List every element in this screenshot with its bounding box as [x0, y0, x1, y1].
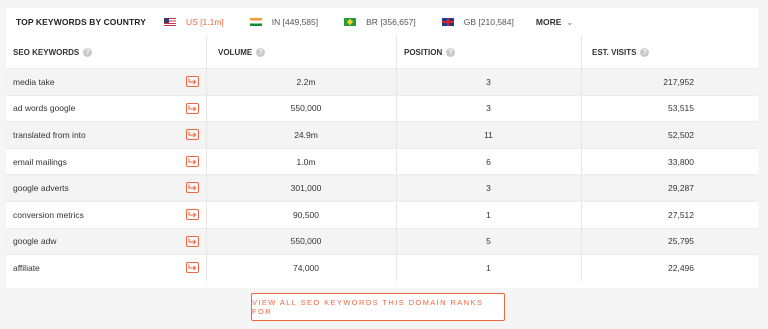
column-label: POSITION — [404, 47, 443, 57]
table-row: conversion metrics 90,500 1 27,512 — [6, 200, 758, 228]
volume-cell: 74,000 — [293, 262, 319, 273]
country-tab-gb[interactable]: GB [210,584] — [441, 17, 514, 27]
open-keyword-icon[interactable] — [186, 262, 199, 274]
help-icon[interactable]: ? — [640, 47, 650, 57]
keywords-table: media take 2.2m 3 217,952 ad words googl… — [6, 68, 758, 281]
country-code: BR — [366, 17, 378, 27]
visits-cell: 53,515 — [668, 103, 694, 114]
country-tab-br[interactable]: BR [356,657] — [344, 17, 416, 27]
open-keyword-icon[interactable] — [186, 102, 199, 114]
table-row: affiliate 74,000 1 22,496 — [6, 254, 758, 281]
volume-cell: 1.0m — [296, 156, 316, 167]
country-code: US — [185, 17, 198, 27]
visits-cell: 52,502 — [668, 129, 694, 140]
volume-cell: 550,000 — [290, 236, 322, 247]
volume-cell: 90,500 — [293, 209, 319, 220]
column-divider — [396, 148, 397, 175]
column-divider — [396, 228, 397, 255]
column-divider — [206, 36, 207, 68]
visits-cell: 22,496 — [668, 262, 694, 273]
table-row: email mailings 1.0m 6 33,800 — [6, 147, 758, 175]
open-keyword-icon[interactable] — [186, 182, 199, 194]
keyword-cell: translated from into — [13, 129, 86, 140]
in-flag-icon — [249, 18, 262, 26]
chevron-down-icon: ⌄ — [566, 17, 574, 27]
column-divider — [396, 36, 397, 68]
help-icon[interactable]: ? — [256, 47, 266, 57]
position-cell: 11 — [484, 129, 493, 140]
keyword-cell: google adverts — [13, 183, 69, 194]
volume-cell: 24.9m — [294, 129, 318, 140]
visits-cell: 217,952 — [663, 76, 694, 87]
column-divider — [396, 122, 397, 148]
keyword-cell: media take — [13, 76, 55, 87]
position-cell: 3 — [486, 183, 491, 194]
keyword-cell: affiliate — [13, 262, 40, 273]
volume-cell: 550,000 — [290, 103, 322, 114]
column-divider — [396, 95, 397, 122]
volume-cell: 2.2m — [296, 76, 316, 87]
keyword-cell: google adw — [13, 236, 57, 247]
visits-cell: 33,800 — [668, 156, 694, 167]
country-count: [210,584] — [478, 17, 514, 27]
column-divider — [396, 175, 397, 201]
country-count: [356,657] — [380, 17, 416, 27]
column-label: VOLUME — [218, 47, 253, 57]
position-cell: 5 — [486, 236, 491, 247]
column-header-volume: VOLUME? — [218, 36, 266, 68]
visits-cell: 25,795 — [668, 236, 694, 247]
column-label: EST. VISITS — [592, 47, 637, 57]
country-code: IN — [271, 17, 281, 27]
keyword-cell: ad words google — [13, 103, 76, 114]
table-row: translated from into 24.9m 11 52,502 — [6, 121, 758, 148]
country-code: GB — [463, 17, 477, 27]
open-keyword-icon[interactable] — [186, 235, 199, 247]
keywords-panel: TOP KEYWORDS BY COUNTRY US [1.1m] IN [44… — [6, 8, 758, 288]
table-row: ad words google 550,000 3 53,515 — [6, 94, 758, 122]
position-cell: 6 — [486, 156, 491, 167]
position-cell: 3 — [486, 103, 491, 114]
view-all-keywords-label: VIEW ALL SEO KEYWORDS THIS DOMAIN RANKS … — [252, 298, 484, 316]
open-keyword-icon[interactable] — [186, 208, 199, 220]
table-row: google adverts 301,000 3 29,287 — [6, 174, 758, 201]
position-cell: 3 — [486, 76, 491, 87]
column-divider — [396, 69, 397, 95]
more-label: MORE — [535, 17, 562, 27]
view-all-keywords-button[interactable]: VIEW ALL SEO KEYWORDS THIS DOMAIN RANKS … — [251, 293, 505, 321]
keyword-cell: email mailings — [13, 156, 67, 167]
country-tab-us[interactable]: US [1.1m] — [163, 17, 224, 27]
position-cell: 1 — [486, 209, 491, 220]
column-divider — [396, 201, 397, 228]
country-tab-in[interactable]: IN [449,585] — [249, 17, 319, 27]
column-header-visits: EST. VISITS? — [592, 36, 650, 68]
panel-title: TOP KEYWORDS BY COUNTRY — [16, 17, 146, 27]
more-countries-dropdown[interactable]: MORE ⌄ — [536, 17, 573, 27]
column-header-keyword: SEO KEYWORDS? — [13, 36, 93, 68]
open-keyword-icon[interactable] — [186, 129, 199, 141]
column-header-position: POSITION? — [404, 36, 456, 68]
br-flag-icon — [344, 18, 357, 26]
country-count: [449,585] — [282, 17, 319, 27]
keyword-cell: conversion metrics — [13, 209, 84, 220]
gb-flag-icon — [441, 18, 454, 26]
open-keyword-icon[interactable] — [186, 155, 199, 167]
column-label: SEO KEYWORDS — [13, 47, 80, 57]
column-divider — [581, 36, 582, 68]
table-row: media take 2.2m 3 217,952 — [6, 68, 758, 95]
help-icon[interactable]: ? — [446, 47, 456, 57]
table-row: google adw 550,000 5 25,795 — [6, 227, 758, 255]
visits-cell: 29,287 — [668, 183, 694, 194]
us-flag-icon — [163, 18, 176, 26]
volume-cell: 301,000 — [290, 183, 322, 194]
country-bar: TOP KEYWORDS BY COUNTRY US [1.1m] IN [44… — [6, 8, 758, 36]
column-divider — [396, 255, 397, 281]
country-count: [1.1m] — [200, 17, 224, 27]
visits-cell: 27,512 — [668, 209, 694, 220]
position-cell: 1 — [486, 262, 491, 273]
help-icon[interactable]: ? — [83, 47, 93, 57]
open-keyword-icon[interactable] — [186, 76, 199, 87]
